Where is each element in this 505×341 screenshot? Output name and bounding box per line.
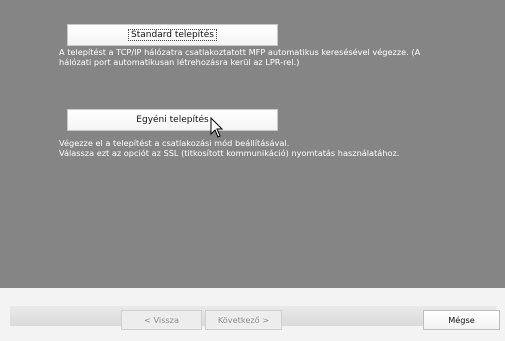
back-button-label: < Vissza <box>143 315 179 325</box>
next-button[interactable]: Következő > <box>205 310 282 330</box>
cancel-button-label: Mégse <box>448 315 475 325</box>
next-button-label: Következő > <box>217 315 270 325</box>
cancel-button[interactable]: Mégse <box>423 310 500 330</box>
mouse-pointer-icon <box>210 117 224 138</box>
standard-description-line1: A telepítést a TCP/IP hálózatra csatlako… <box>59 47 421 57</box>
standard-install-label: Standard telepítés <box>128 29 217 41</box>
custom-install-label: Egyéni telepítés <box>136 115 209 125</box>
standard-install-description: A telepítést a TCP/IP hálózatra csatlako… <box>59 47 420 67</box>
standard-description-line2: hálózati port automatikusan létrehozásra… <box>59 57 300 67</box>
install-options-panel: Standard telepítés A telepítést a TCP/IP… <box>0 0 505 288</box>
custom-install-description: Végezze el a telepítést a csatlakozási m… <box>59 138 399 158</box>
custom-install-button[interactable]: Egyéni telepítés <box>67 109 278 131</box>
custom-description-line1: Végezze el a telepítést a csatlakozási m… <box>59 138 290 148</box>
custom-description-line2: Válassza ezt az opciót az SSL (titkosíto… <box>59 148 400 158</box>
standard-install-button[interactable]: Standard telepítés <box>67 24 278 46</box>
back-button[interactable]: < Vissza <box>121 310 202 330</box>
